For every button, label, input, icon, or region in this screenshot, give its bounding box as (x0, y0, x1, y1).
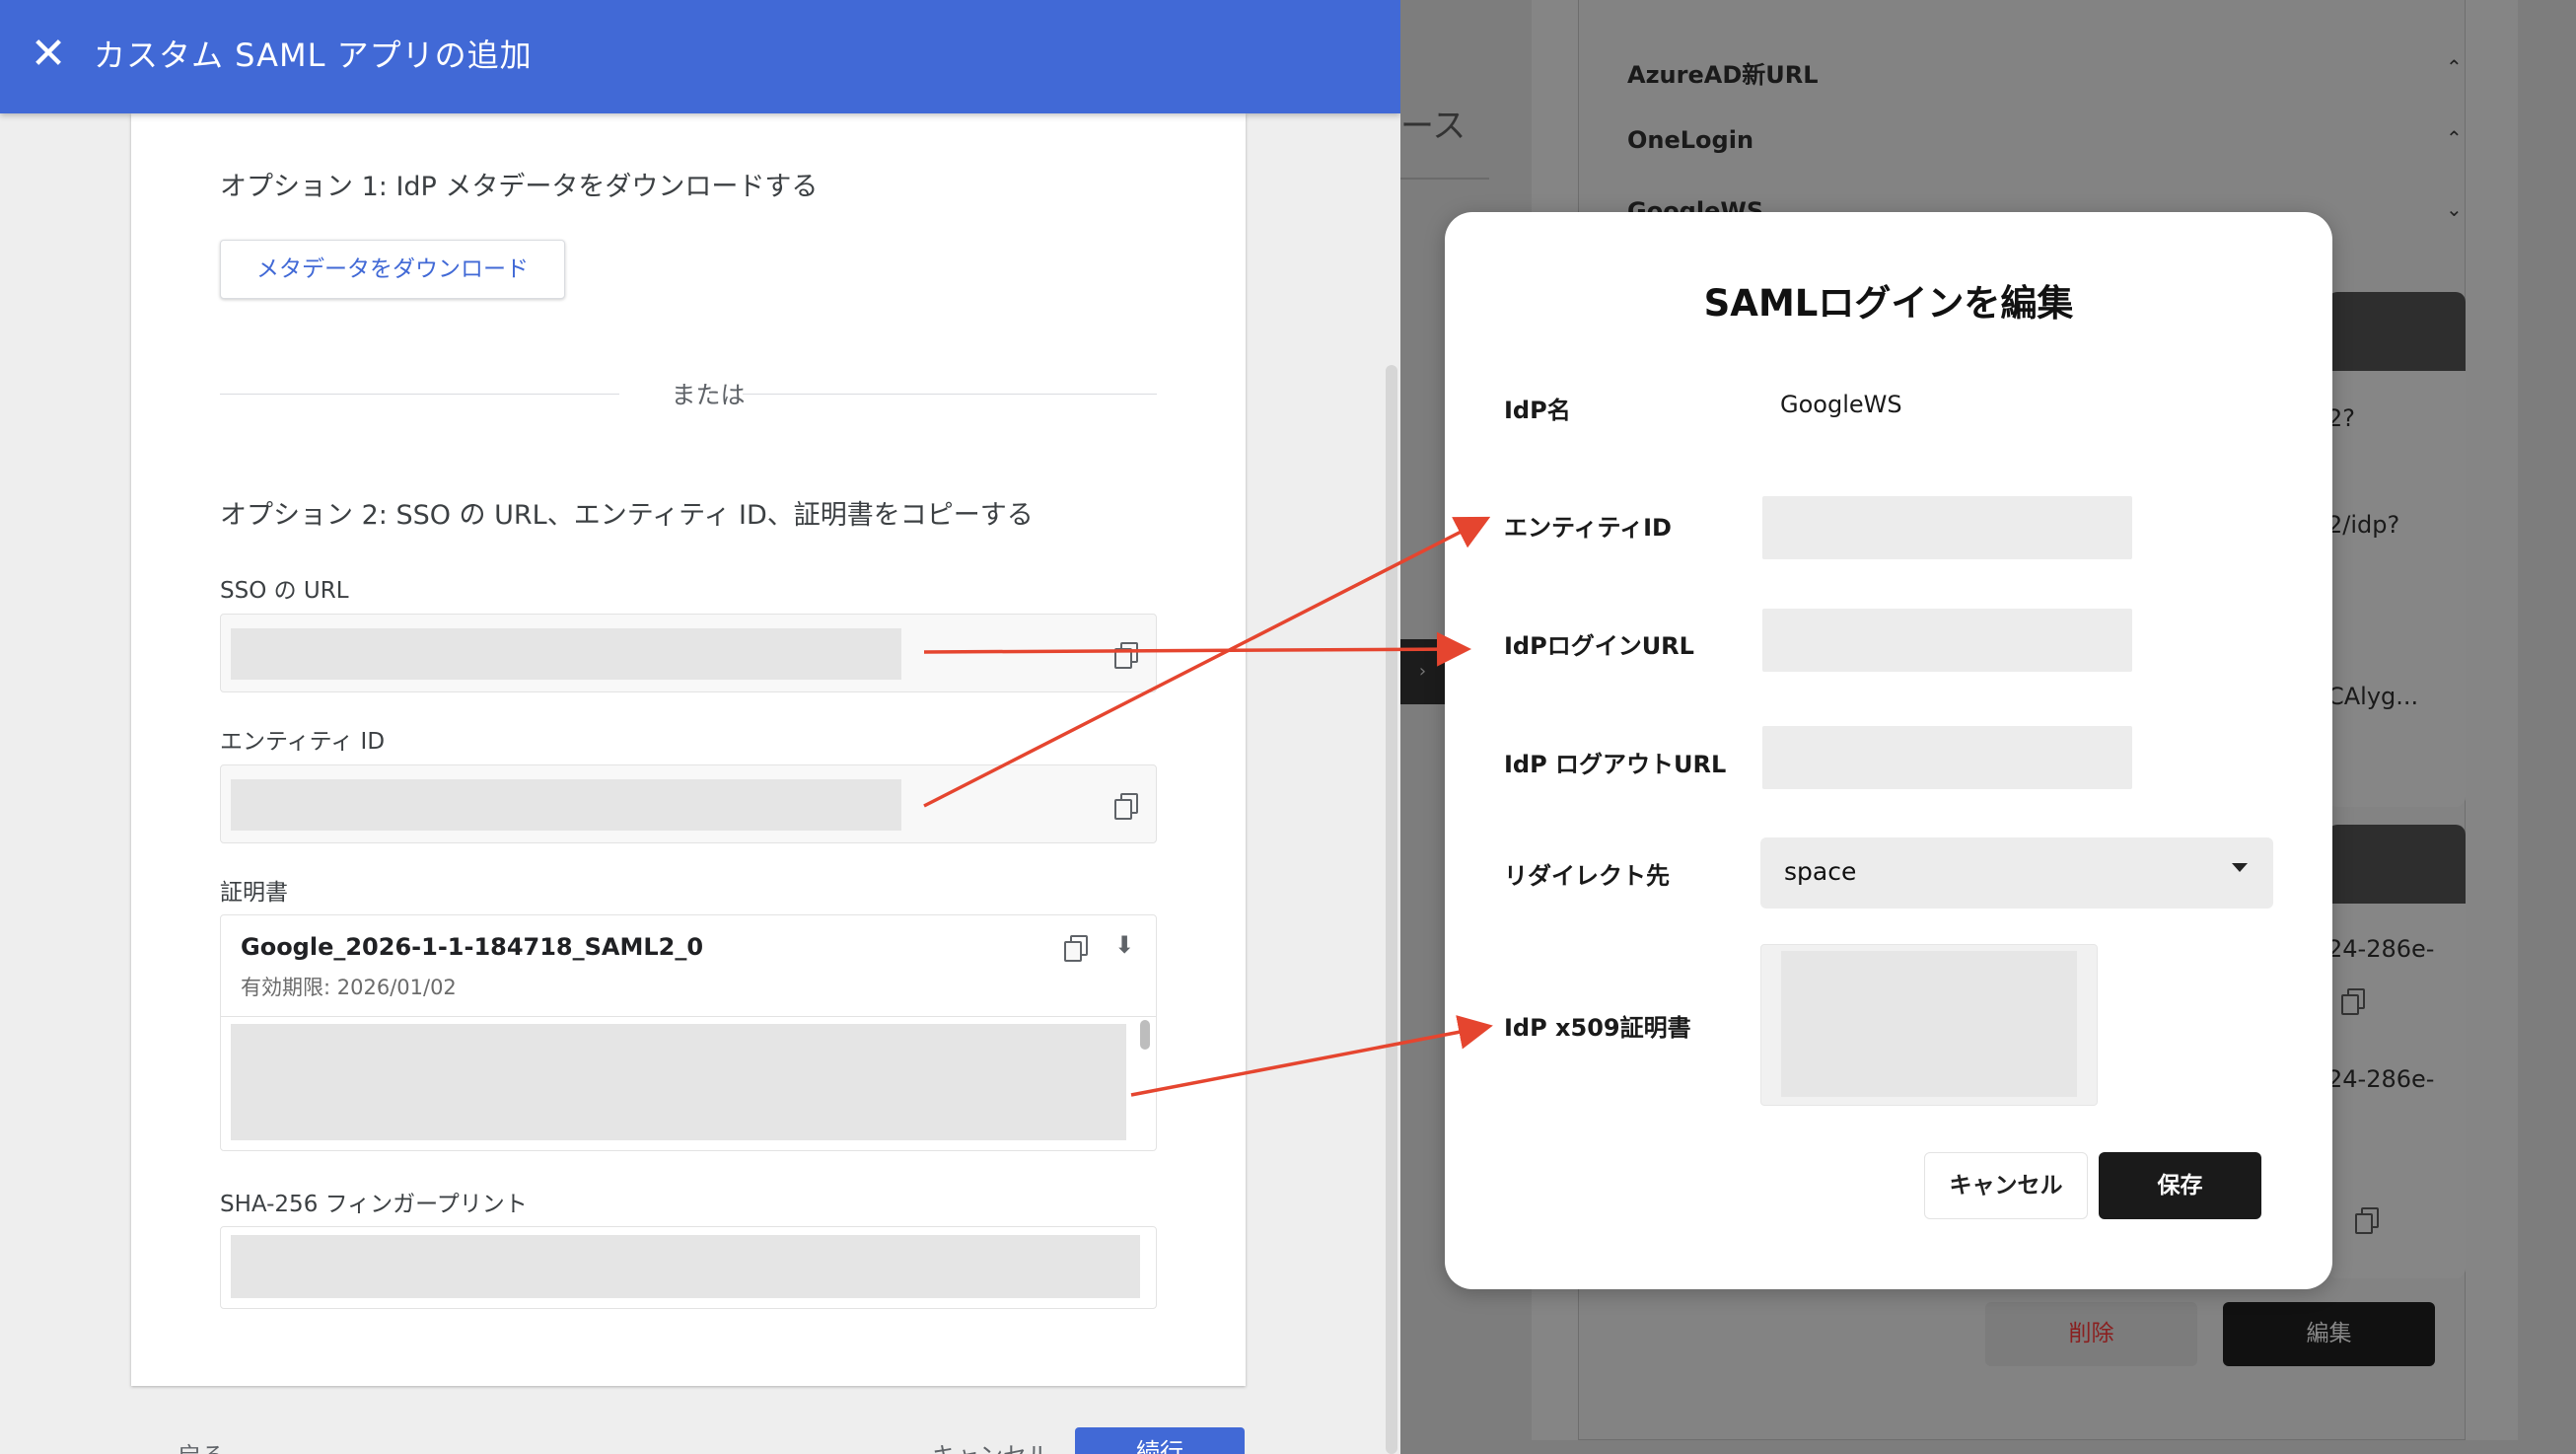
redirect-select[interactable]: space (1760, 837, 2273, 909)
close-icon[interactable]: ✕ (24, 30, 73, 79)
background-snippet: CAlyg... (2327, 683, 2419, 710)
copy-icon[interactable] (1064, 935, 1088, 962)
certificate-separator (221, 1016, 1156, 1017)
cert-textarea[interactable] (1760, 944, 2098, 1106)
cert-label: IdP x509証明書 (1504, 1014, 1691, 1042)
background-snippet: 2/idp? (2327, 511, 2400, 539)
logout-url-input[interactable] (1762, 726, 2132, 789)
background-card-header (2327, 825, 2466, 904)
certificate-expiry: 有効期限: 2026/01/02 (241, 976, 457, 999)
chevron-down-icon: ⌄ (2446, 197, 2463, 221)
logout-url-label: IdP ログアウトURL (1504, 751, 1727, 778)
login-url-label: IdPログインURL (1504, 632, 1694, 660)
divider-left (220, 394, 619, 395)
background-collapse-handle: › (1400, 639, 1445, 704)
idp-details-card: オプション 1: IdP メタデータをダウンロードする メタデータをダウンロード… (131, 113, 1246, 1386)
redirect-select-value: space (1784, 857, 1857, 886)
google-admin-panel: ✕ カスタム SAML アプリの追加 オプション 1: IdP メタデータをダウ… (0, 0, 1400, 1454)
background-card-header (2327, 292, 2466, 371)
cancel-button[interactable]: キャンセル (1924, 1152, 2088, 1219)
entity-id-value-redacted (231, 779, 901, 831)
chevron-up-icon: ⌃ (2446, 126, 2463, 150)
dropdown-caret-icon (2232, 863, 2248, 872)
entity-id-input[interactable] (1762, 496, 2132, 559)
copy-icon (2341, 988, 2365, 1015)
background-card-2 (2327, 825, 2466, 1278)
copy-icon[interactable] (1114, 642, 1138, 669)
certificate-name: Google_2026-1-1-184718_SAML2_0 (241, 933, 704, 961)
dialog-title: カスタム SAML アプリの追加 (94, 36, 533, 74)
background-delete-button: 削除 (1985, 1302, 2197, 1366)
certificate-box: Google_2026-1-1-184718_SAML2_0 有効期限: 202… (220, 914, 1157, 1151)
idp-row-azuread: AzureAD新URL (1627, 61, 1819, 89)
edit-saml-login-modal: SAMLログインを編集 IdP名 GoogleWS エンティティID IdPログ… (1445, 212, 2332, 1289)
page-scrollbar[interactable] (1386, 365, 1397, 1454)
divider-right (743, 394, 1157, 395)
dialog-header: ✕ カスタム SAML アプリの追加 (0, 0, 1400, 113)
background-snippet: 24-286e- (2327, 935, 2435, 963)
download-icon[interactable]: ⬇ (1113, 933, 1135, 957)
background-tab-underline (1400, 178, 1489, 180)
login-url-input[interactable] (1762, 609, 2132, 672)
background-snippet: 24-286e- (2327, 1065, 2435, 1093)
download-metadata-button[interactable]: メタデータをダウンロード (220, 240, 565, 299)
background-edit-button: 編集 (2223, 1302, 2435, 1366)
idp-row-onelogin: OneLogin (1627, 126, 1754, 154)
entity-id-label: エンティティ ID (220, 729, 386, 755)
entity-id-label: エンティティID (1504, 514, 1672, 542)
back-button[interactable]: 戻る (178, 1436, 225, 1454)
entity-id-field[interactable] (220, 764, 1157, 843)
redirect-label: リダイレクト先 (1504, 862, 1670, 890)
fingerprint-value-redacted (231, 1235, 1140, 1298)
sso-url-label: SSO の URL (220, 578, 349, 604)
save-button[interactable]: 保存 (2099, 1152, 2261, 1219)
cancel-button[interactable]: キャンセル (932, 1436, 1050, 1454)
idp-name-value: GoogleWS (1780, 391, 1902, 418)
option2-title: オプション 2: SSO の URL、エンティティ ID、証明書をコピーする (220, 500, 1034, 531)
sso-url-value-redacted (231, 628, 901, 680)
copy-icon[interactable] (1114, 793, 1138, 820)
sso-url-field[interactable] (220, 614, 1157, 692)
modal-title: SAMLログインを編集 (1703, 282, 2074, 325)
chevron-up-icon: ⌃ (2446, 55, 2463, 79)
fingerprint-field[interactable] (220, 1226, 1157, 1309)
option1-title: オプション 1: IdP メタデータをダウンロードする (220, 172, 819, 202)
continue-button[interactable]: 続行 (1075, 1427, 1245, 1454)
certificate-scrollbar[interactable] (1140, 1020, 1150, 1050)
idp-name-label: IdP名 (1504, 397, 1571, 424)
certificate-body-redacted[interactable] (231, 1024, 1126, 1140)
copy-icon (2355, 1207, 2379, 1234)
cert-textarea-inner (1781, 951, 2077, 1097)
background-tab-label: ース (1400, 107, 1467, 146)
background-card-1 (2327, 292, 2466, 807)
fingerprint-label: SHA-256 フィンガープリント (220, 1192, 528, 1217)
certificate-label: 証明書 (220, 880, 288, 906)
